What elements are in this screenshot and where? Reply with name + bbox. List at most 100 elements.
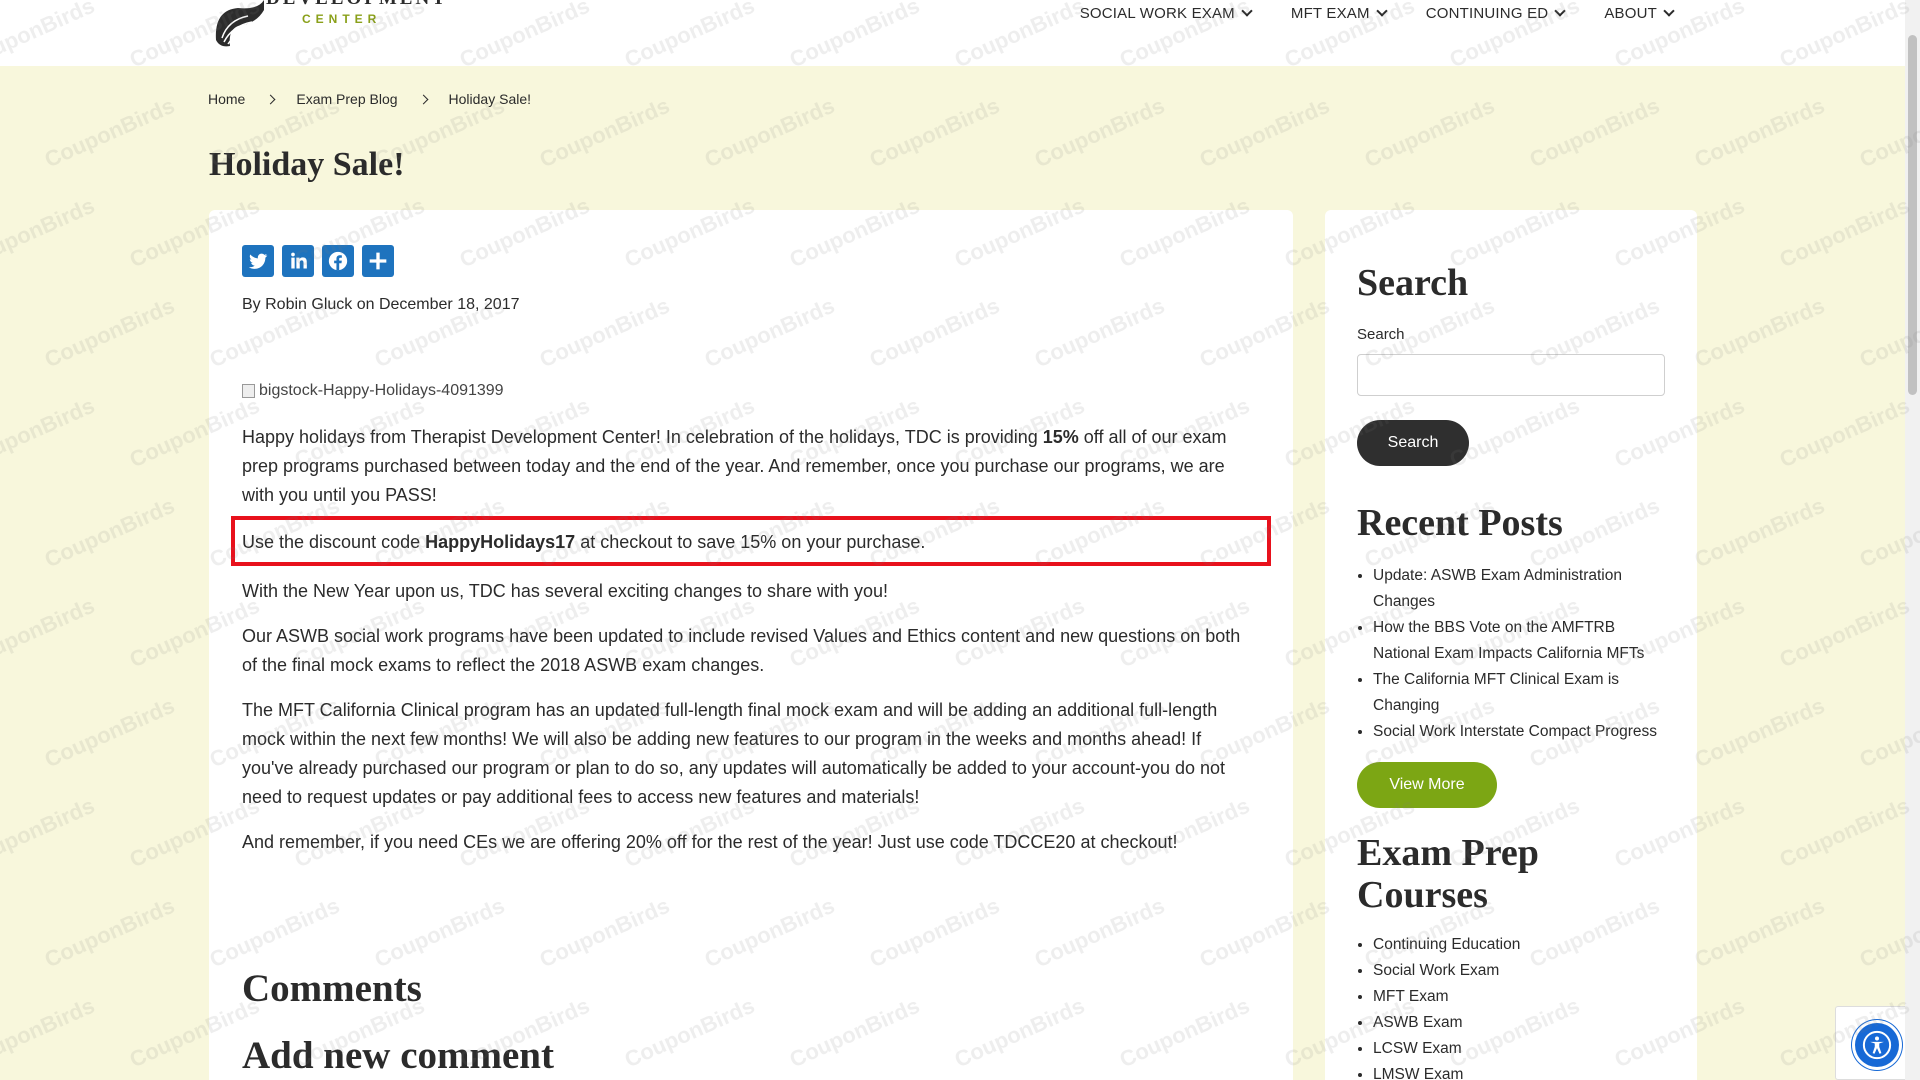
chevron-right-icon xyxy=(265,94,276,104)
watermark-text: CouponBirds xyxy=(40,492,179,573)
image-alt-text: bigstock-Happy-Holidays-4091399 xyxy=(259,382,504,399)
course-link[interactable]: ASWB Exam xyxy=(1373,1010,1673,1036)
watermark-text: CouponBirds xyxy=(535,92,674,173)
main-nav: SOCIAL WORK EXAM MFT EXAM CONTINUING ED … xyxy=(1079,5,1675,22)
watermark-text: CouponBirds xyxy=(0,592,99,673)
page-scrollbar[interactable] xyxy=(1905,0,1920,1080)
share-buttons xyxy=(242,245,394,277)
nav-social-work-exam[interactable]: SOCIAL WORK EXAM xyxy=(1079,5,1253,22)
twitter-icon xyxy=(248,253,268,269)
page-title: Holiday Sale! xyxy=(209,146,405,183)
logo-line-2: CENTER xyxy=(302,12,382,26)
post-paragraph: Our ASWB social work programs have been … xyxy=(242,626,1241,675)
watermark-text: CouponBirds xyxy=(1690,692,1829,773)
text: Happy holidays from Therapist Developmen… xyxy=(242,427,1043,447)
breadcrumb-exam-prep-blog[interactable]: Exam Prep Blog xyxy=(296,91,397,107)
watermark-text: CouponBirds xyxy=(0,192,99,273)
linkedin-share-button[interactable] xyxy=(282,245,314,277)
chevron-down-icon xyxy=(1663,5,1675,17)
post-paragraph: With the New Year upon us, TDC has sever… xyxy=(242,581,889,601)
add-comment-heading: Add new comment xyxy=(242,1034,554,1077)
nav-about[interactable]: ABOUT xyxy=(1604,5,1675,22)
logo-line-1: DEVELOPMENT xyxy=(266,0,448,10)
post-paragraph: And remember, if you need CEs we are off… xyxy=(242,832,1178,852)
breadcrumb: Home Exam Prep Blog Holiday Sale! xyxy=(208,91,531,107)
watermark-text: CouponBirds xyxy=(1690,292,1829,373)
sidebar: Search Search Search Recent Posts Update… xyxy=(1325,210,1697,1080)
search-label: Search xyxy=(1357,326,1405,343)
highlight-box xyxy=(231,516,1271,566)
watermark-text: CouponBirds xyxy=(1690,92,1829,173)
recent-post-link[interactable]: Update: ASWB Exam Administration Changes xyxy=(1373,563,1673,615)
site-header: DEVELOPMENT CENTER SOCIAL WORK EXAM MFT … xyxy=(0,0,1905,66)
facebook-icon xyxy=(328,251,348,271)
nav-label: MFT EXAM xyxy=(1290,5,1370,22)
facebook-share-button[interactable] xyxy=(322,245,354,277)
nav-label: ABOUT xyxy=(1604,5,1657,22)
exam-prep-courses-heading: Exam Prep Courses xyxy=(1357,832,1539,916)
watermark-text: CouponBirds xyxy=(0,392,99,473)
site-logo[interactable]: DEVELOPMENT CENTER xyxy=(208,0,445,52)
course-link[interactable]: MFT Exam xyxy=(1373,984,1673,1010)
accessibility-button[interactable] xyxy=(1855,1023,1899,1067)
courses-list: Continuing Education Social Work Exam MF… xyxy=(1373,932,1673,1080)
recent-posts-list: Update: ASWB Exam Administration Changes… xyxy=(1373,563,1673,745)
chevron-down-icon xyxy=(1554,5,1566,17)
post-paragraph: Happy holidays from Therapist Developmen… xyxy=(242,423,1252,510)
watermark-text: CouponBirds xyxy=(1775,192,1914,273)
article-card: By Robin Gluck on December 18, 2017 bigs… xyxy=(209,210,1293,1080)
bold-text: 15% xyxy=(1042,427,1079,447)
post-body: Happy holidays from Therapist Developmen… xyxy=(242,423,1252,873)
watermark-text: CouponBirds xyxy=(0,992,99,1073)
watermark-text: CouponBirds xyxy=(1030,92,1169,173)
watermark-text: CouponBirds xyxy=(1690,492,1829,573)
search-button[interactable]: Search xyxy=(1357,420,1469,466)
view-more-button[interactable]: View More xyxy=(1357,762,1497,808)
watermark-text: CouponBirds xyxy=(40,92,179,173)
share-plus-icon xyxy=(369,252,387,270)
linkedin-icon xyxy=(291,252,307,269)
nav-label: CONTINUING ED xyxy=(1425,5,1549,22)
breadcrumb-home[interactable]: Home xyxy=(208,91,245,107)
breadcrumb-current: Holiday Sale! xyxy=(448,91,532,107)
watermark-text: CouponBirds xyxy=(40,692,179,773)
chevron-down-icon xyxy=(1241,5,1253,17)
search-input[interactable] xyxy=(1357,354,1665,396)
recent-post-link[interactable]: How the BBS Vote on the AMFTRB National … xyxy=(1373,615,1673,667)
course-link[interactable]: LCSW Exam xyxy=(1373,1036,1673,1062)
nav-label: SOCIAL WORK EXAM xyxy=(1079,5,1235,22)
nav-mft-exam[interactable]: MFT EXAM xyxy=(1290,5,1388,22)
twitter-share-button[interactable] xyxy=(242,245,274,277)
generic-share-button[interactable] xyxy=(362,245,394,277)
comments-heading: Comments xyxy=(242,967,422,1010)
watermark-text: CouponBirds xyxy=(1525,92,1664,173)
watermark-text: CouponBirds xyxy=(1775,392,1914,473)
recent-posts-heading: Recent Posts xyxy=(1357,502,1563,544)
watermark-text: CouponBirds xyxy=(865,92,1004,173)
watermark-text: CouponBirds xyxy=(40,292,179,373)
recent-post-link[interactable]: The California MFT Clinical Exam is Chan… xyxy=(1373,667,1673,719)
course-link[interactable]: Social Work Exam xyxy=(1373,958,1673,984)
scrollbar-thumb[interactable] xyxy=(1908,35,1917,395)
post-byline: By Robin Gluck on December 18, 2017 xyxy=(242,296,520,313)
watermark-text: CouponBirds xyxy=(700,92,839,173)
post-paragraph: The MFT California Clinical program has … xyxy=(242,700,1226,807)
logo-feather-icon xyxy=(215,0,264,47)
watermark-text: CouponBirds xyxy=(1775,592,1914,673)
search-heading: Search xyxy=(1357,262,1469,304)
nav-continuing-ed[interactable]: CONTINUING ED xyxy=(1425,5,1566,22)
watermark-text: CouponBirds xyxy=(1195,92,1334,173)
chevron-right-icon xyxy=(418,94,428,104)
broken-image: bigstock-Happy-Holidays-4091399 xyxy=(242,382,504,400)
recent-post-link[interactable]: Social Work Interstate Compact Progress xyxy=(1373,719,1673,745)
watermark-text: CouponBirds xyxy=(1360,92,1499,173)
accessibility-icon xyxy=(1862,1030,1892,1060)
watermark-text: CouponBirds xyxy=(40,892,179,973)
chevron-down-icon xyxy=(1376,5,1388,17)
broken-image-icon xyxy=(242,384,255,398)
course-link[interactable]: LMSW Exam xyxy=(1373,1062,1673,1080)
watermark-text: CouponBirds xyxy=(1775,792,1914,873)
course-link[interactable]: Continuing Education xyxy=(1373,932,1673,958)
watermark-text: CouponBirds xyxy=(1690,892,1829,973)
watermark-text: CouponBirds xyxy=(0,792,99,873)
